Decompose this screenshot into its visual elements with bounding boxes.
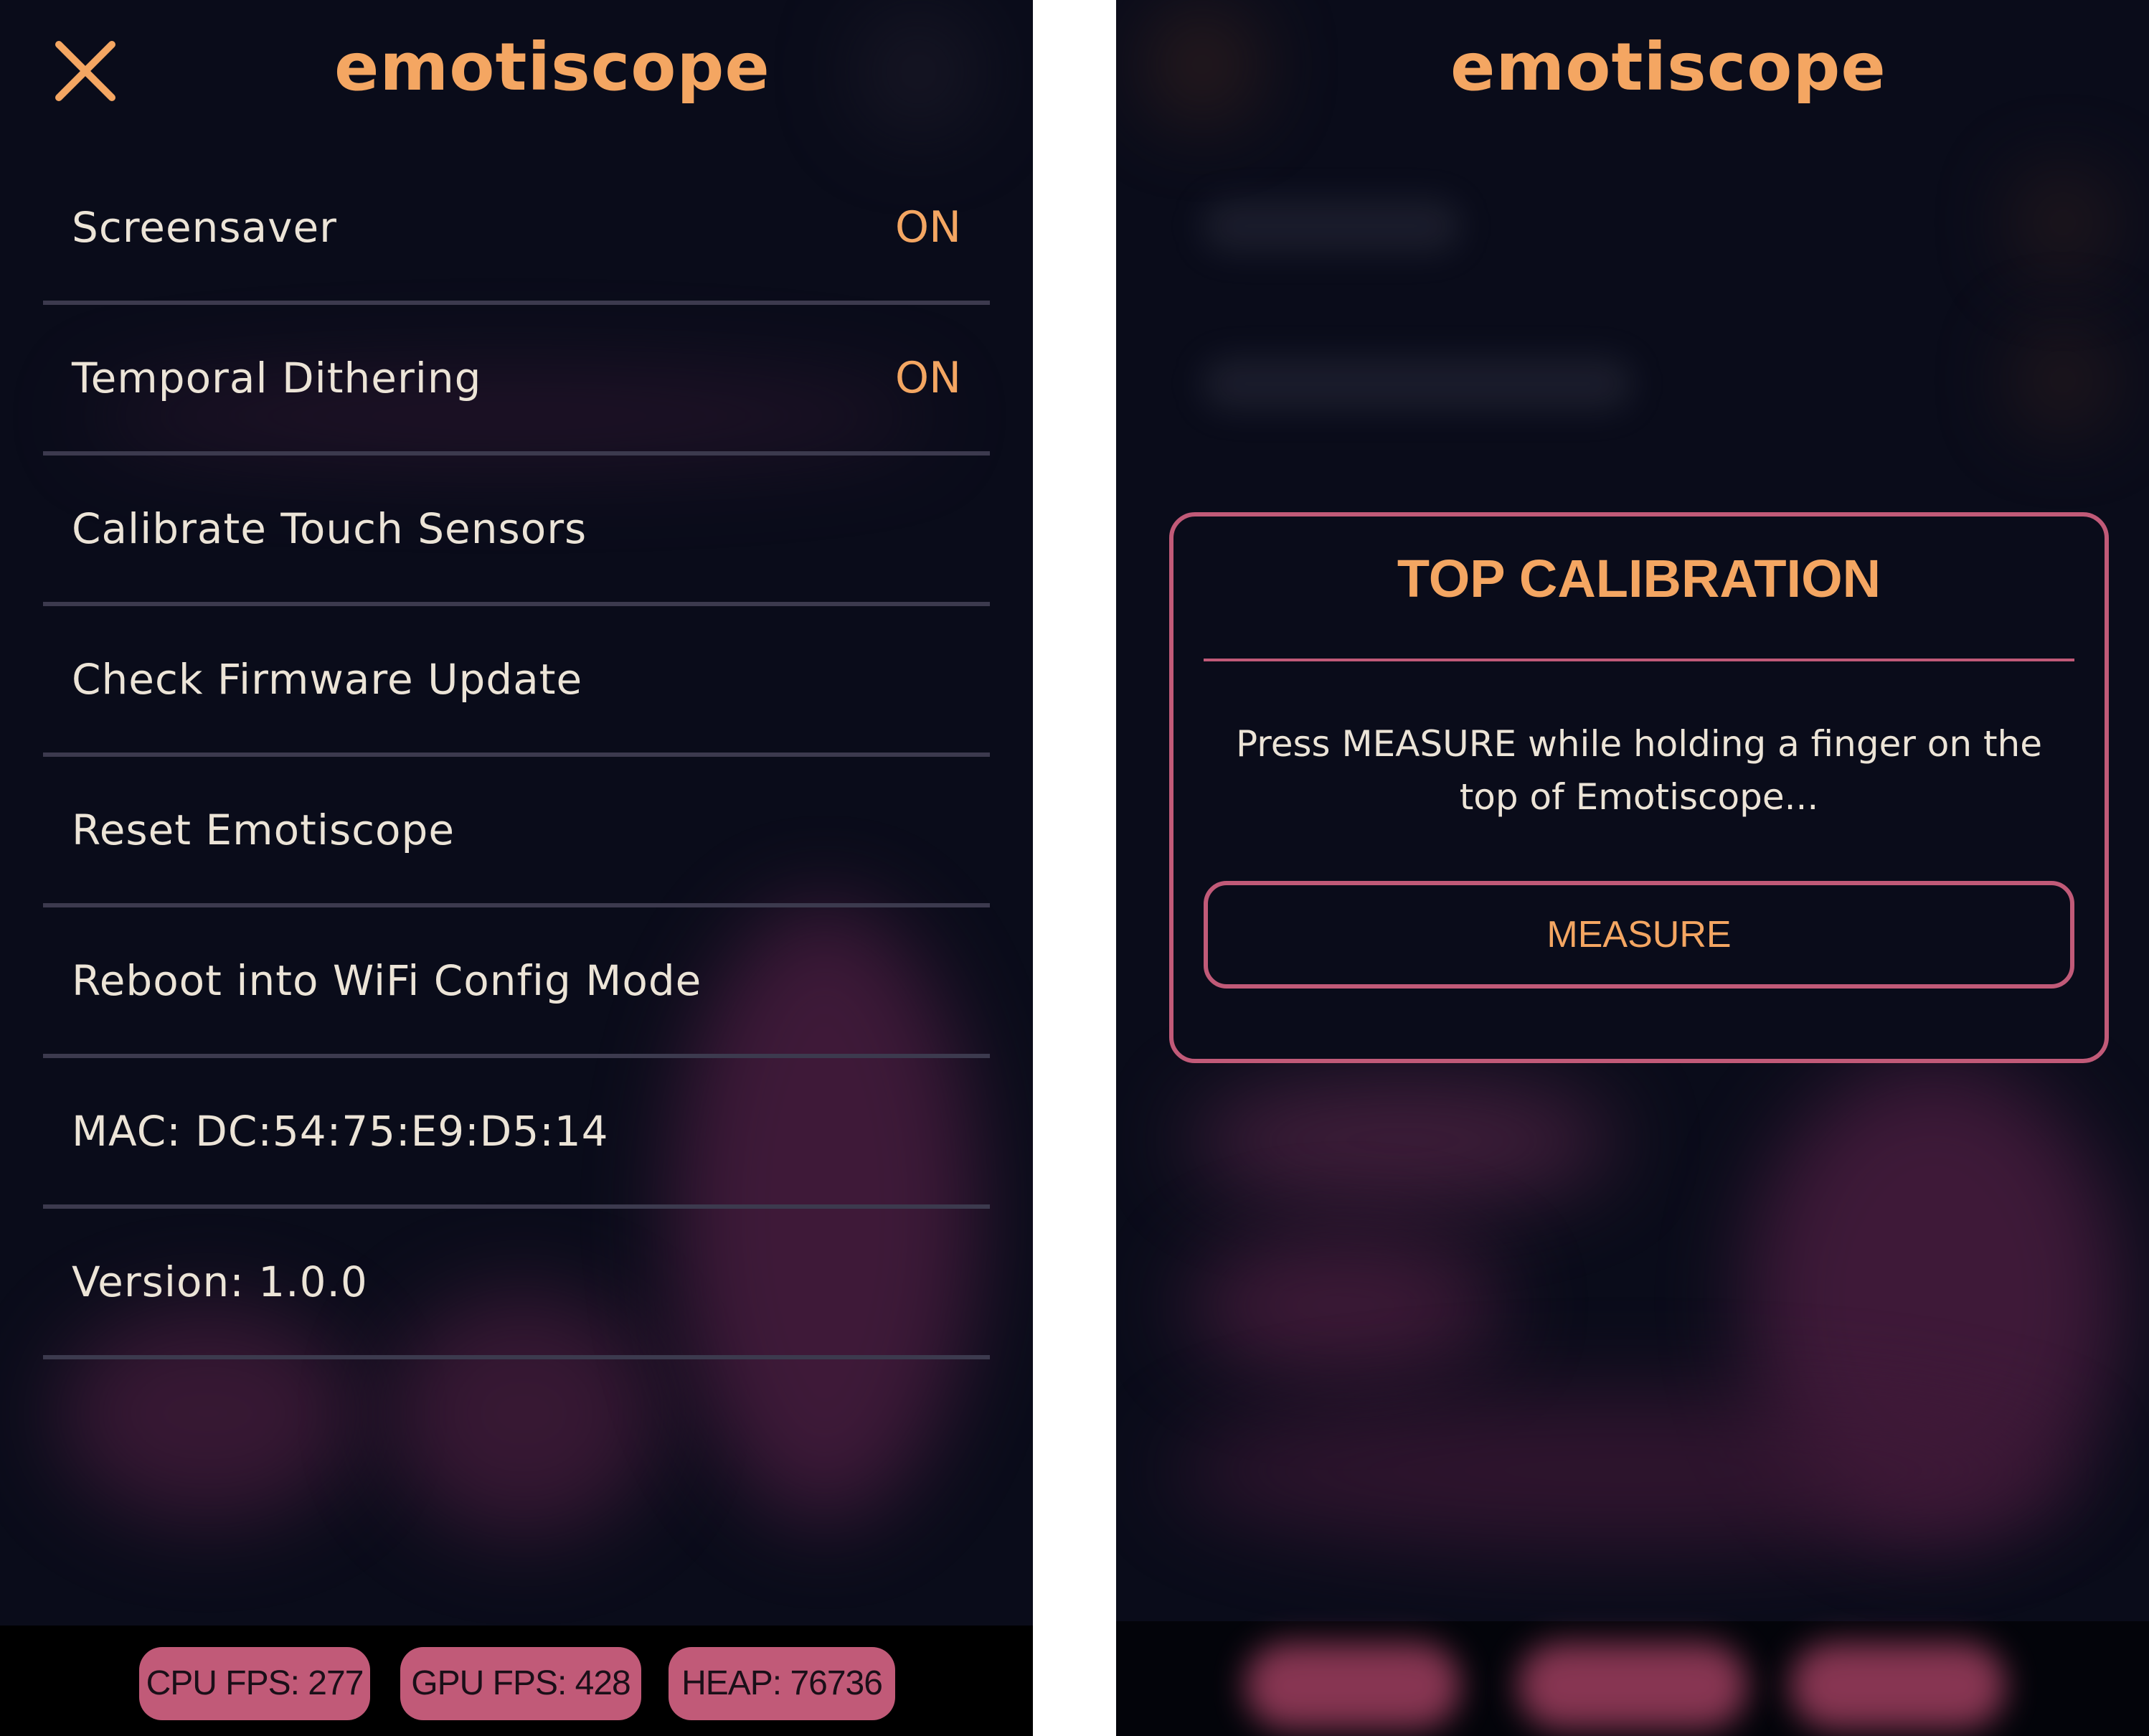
background-blur (1188, 1076, 1618, 1205)
version-row: Version: 1.0.0 (43, 1209, 990, 1359)
settings-screen: emotiscope Screensaver ON Temporal Dithe… (0, 0, 1033, 1736)
background-blur (861, 14, 976, 129)
screensaver-toggle-value[interactable]: ON (895, 202, 961, 253)
app-title: emotiscope (1450, 29, 1886, 105)
measure-button[interactable]: MEASURE (1204, 881, 2074, 989)
stats-footer: CPU FPS: 277 GPU FPS: 428 HEAP: 76736 (0, 1626, 1033, 1736)
menu-item-label: Calibrate Touch Sensors (72, 504, 587, 553)
modal-divider (1204, 659, 2074, 661)
calibration-modal: TOP CALIBRATION Press MEASURE while hold… (1169, 512, 2109, 1063)
close-icon[interactable] (53, 39, 118, 103)
app-title: emotiscope (334, 29, 770, 105)
menu-item-label: Check Firmware Update (72, 655, 583, 704)
modal-title: TOP CALIBRATION (1397, 549, 1881, 608)
background-blur (1173, 1392, 2077, 1549)
menu-item-label: Temporal Dithering (72, 354, 482, 402)
menu-item-temporal-dithering[interactable]: Temporal Dithering ON (43, 305, 990, 456)
background-blur (1202, 201, 1460, 251)
background-blur (1152, 14, 1252, 115)
background-blur (1518, 1643, 1747, 1729)
menu-item-calibrate-touch-sensors[interactable]: Calibrate Touch Sensors (43, 456, 990, 606)
menu-item-label: Screensaver (72, 203, 338, 252)
background-blur (1790, 1643, 2006, 1729)
temporal-dithering-toggle-value[interactable]: ON (895, 353, 961, 403)
menu-item-reset-emotiscope[interactable]: Reset Emotiscope (43, 757, 990, 907)
cpu-fps-badge: CPU FPS: 277 (139, 1647, 370, 1720)
settings-menu: Screensaver ON Temporal Dithering ON Cal… (43, 154, 990, 1359)
mac-address-row: MAC: DC:54:75:E9:D5:14 (43, 1058, 990, 1209)
version-text: Version: 1.0.0 (72, 1258, 368, 1306)
measure-button-label: MEASURE (1546, 914, 1732, 956)
background-blur (2020, 179, 2106, 265)
background-blur (1202, 359, 1633, 409)
gpu-fps-badge: GPU FPS: 428 (400, 1647, 641, 1720)
menu-item-reboot-wifi-config[interactable]: Reboot into WiFi Config Mode (43, 907, 990, 1058)
background-blur (2020, 337, 2106, 423)
background-blur (1245, 1643, 1460, 1729)
menu-item-check-firmware-update[interactable]: Check Firmware Update (43, 606, 990, 757)
modal-instructions: Press MEASURE while holding a finger on … (1235, 723, 2043, 818)
background-blur (1188, 1234, 1503, 1377)
mac-address-text: MAC: DC:54:75:E9:D5:14 (72, 1107, 609, 1156)
menu-item-label: Reset Emotiscope (72, 806, 455, 854)
menu-item-screensaver[interactable]: Screensaver ON (43, 154, 990, 305)
heap-badge: HEAP: 76736 (669, 1647, 895, 1720)
calibration-screen: emotiscope TOP CALIBRATION Press MEASURE… (1116, 0, 2149, 1736)
menu-item-label: Reboot into WiFi Config Mode (72, 956, 702, 1005)
